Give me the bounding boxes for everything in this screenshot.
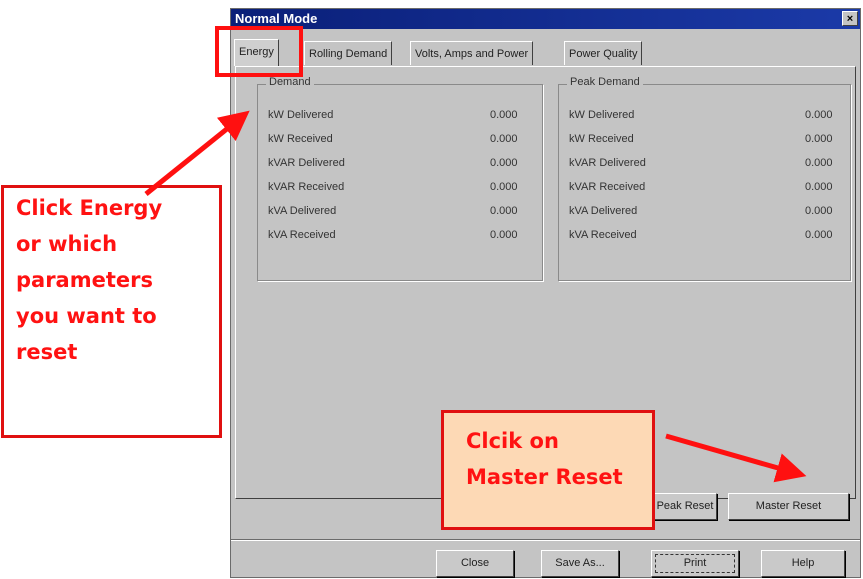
demand-kvar-delivered-value: 0.000 bbox=[490, 157, 518, 169]
print-button[interactable]: Print bbox=[651, 550, 739, 577]
right-instruction-callout: Clcik on Master Reset bbox=[441, 410, 655, 530]
peak-kw-delivered-value: 0.000 bbox=[805, 109, 833, 121]
peak-kvar-received-label: kVAR Received bbox=[569, 181, 646, 193]
left-callout-line-3: parameters bbox=[16, 268, 153, 292]
peak-reset-button[interactable]: Peak Reset bbox=[653, 493, 717, 520]
master-reset-button[interactable]: Master Reset bbox=[728, 493, 849, 520]
close-button[interactable]: Close bbox=[436, 550, 514, 577]
demand-kva-received-label: kVA Received bbox=[268, 229, 336, 241]
demand-kvar-delivered-label: kVAR Delivered bbox=[268, 157, 345, 169]
footer-separator bbox=[231, 539, 860, 541]
save-as-button[interactable]: Save As... bbox=[541, 550, 619, 577]
demand-kw-delivered-value: 0.000 bbox=[490, 109, 518, 121]
peak-kva-received-label: kVA Received bbox=[569, 229, 637, 241]
title-bar: Normal Mode × bbox=[231, 9, 860, 29]
peak-demand-group: Peak Demand kW Delivered 0.000 kW Receiv… bbox=[558, 76, 851, 281]
demand-kw-received-value: 0.000 bbox=[490, 133, 518, 145]
peak-kw-received-label: kW Received bbox=[569, 133, 634, 145]
left-instruction-callout: Click Energy or which parameters you wan… bbox=[1, 185, 222, 438]
help-button[interactable]: Help bbox=[761, 550, 845, 577]
tab-volts-amps-power[interactable]: Volts, Amps and Power bbox=[410, 41, 534, 65]
right-callout-line-2: Master Reset bbox=[466, 465, 623, 489]
demand-kvar-received-value: 0.000 bbox=[490, 181, 518, 193]
left-callout-line-4: you want to bbox=[16, 304, 157, 328]
tab-rolling-demand[interactable]: Rolling Demand bbox=[304, 41, 393, 65]
peak-demand-group-title: Peak Demand bbox=[567, 76, 643, 88]
demand-kw-received-label: kW Received bbox=[268, 133, 333, 145]
left-callout-line-1: Click Energy bbox=[16, 196, 163, 220]
peak-kw-delivered-label: kW Delivered bbox=[569, 109, 635, 121]
arrow-to-demand-group bbox=[144, 110, 250, 196]
tab-power-quality[interactable]: Power Quality bbox=[564, 41, 643, 65]
peak-kva-delivered-value: 0.000 bbox=[805, 205, 833, 217]
tab-energy[interactable]: Energy bbox=[234, 39, 279, 66]
close-icon[interactable]: × bbox=[842, 11, 858, 26]
left-callout-line-5: reset bbox=[16, 340, 78, 364]
right-callout-line-1: Clcik on bbox=[466, 429, 559, 453]
demand-kva-delivered-value: 0.000 bbox=[490, 205, 518, 217]
peak-kvar-received-value: 0.000 bbox=[805, 181, 833, 193]
demand-group-title: Demand bbox=[266, 76, 314, 88]
demand-kw-delivered-label: kW Delivered bbox=[268, 109, 334, 121]
peak-kvar-delivered-value: 0.000 bbox=[805, 157, 833, 169]
peak-kw-received-value: 0.000 bbox=[805, 133, 833, 145]
demand-kvar-received-label: kVAR Received bbox=[268, 181, 345, 193]
demand-kva-delivered-label: kVA Delivered bbox=[268, 205, 337, 217]
peak-kva-received-value: 0.000 bbox=[805, 229, 833, 241]
window-title: Normal Mode bbox=[235, 11, 318, 26]
peak-kvar-delivered-label: kVAR Delivered bbox=[569, 157, 646, 169]
peak-kva-delivered-label: kVA Delivered bbox=[569, 205, 638, 217]
demand-group: Demand kW Delivered 0.000 kW Received 0.… bbox=[257, 76, 543, 281]
demand-kva-received-value: 0.000 bbox=[490, 229, 518, 241]
left-callout-line-2: or which bbox=[16, 232, 118, 256]
